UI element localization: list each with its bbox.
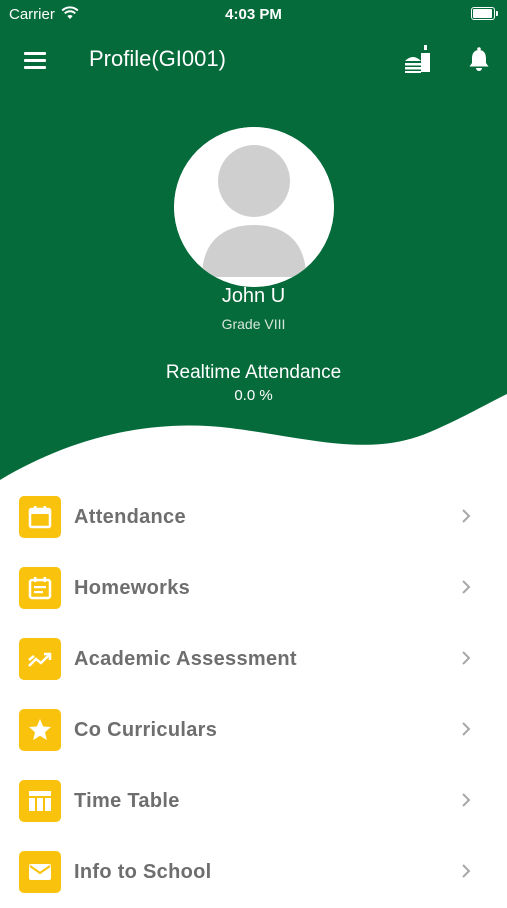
nav-bar: Profile(GI001) <box>0 36 507 86</box>
chevron-right-icon <box>462 864 471 878</box>
student-grade: Grade VIII <box>221 316 286 332</box>
food-menu-icon[interactable] <box>402 44 436 76</box>
chevron-right-icon <box>462 722 471 736</box>
menu-item-label: Info to School <box>74 861 212 883</box>
clock: 4:03 PM <box>225 6 282 23</box>
status-bar: Carrier 4:03 PM <box>0 0 507 30</box>
menu-item-time-table[interactable]: Time Table <box>0 766 507 837</box>
chevron-right-icon <box>462 651 471 665</box>
menu-item-label: Homeworks <box>74 577 191 599</box>
trending-icon <box>19 638 61 680</box>
notification-bell-icon[interactable] <box>464 44 494 76</box>
menu-item-academic-assessment[interactable]: Academic Assessment <box>0 624 507 695</box>
homework-icon <box>19 567 61 609</box>
menu-item-label: Attendance <box>74 506 186 528</box>
hamburger-menu-icon[interactable] <box>22 48 50 72</box>
page-title: Profile(GI001) <box>89 46 226 71</box>
menu-item-label: Academic Assessment <box>74 648 297 670</box>
chevron-right-icon <box>462 580 471 594</box>
menu-item-co-curriculars[interactable]: Co Curriculars <box>0 695 507 766</box>
attendance-label: Realtime Attendance <box>165 362 342 383</box>
menu-item-info-to-school[interactable]: Info to School <box>0 837 507 908</box>
star-icon <box>19 709 61 751</box>
student-name: John U <box>221 285 286 307</box>
menu-item-homeworks[interactable]: Homeworks <box>0 553 507 624</box>
chevron-right-icon <box>462 793 471 807</box>
battery-icon <box>471 7 498 20</box>
chevron-right-icon <box>462 509 471 523</box>
menu-item-attendance[interactable]: Attendance <box>0 482 507 553</box>
user-placeholder-icon <box>174 127 334 287</box>
mail-icon <box>19 851 61 893</box>
menu-item-label: Time Table <box>74 790 180 812</box>
menu-item-label: Co Curriculars <box>74 719 218 741</box>
attendance-value: 0.0 % <box>234 387 273 404</box>
calendar-icon <box>19 496 61 538</box>
timetable-icon <box>19 780 61 822</box>
menu-list: Attendance Homeworks Academic Assessment… <box>0 482 507 908</box>
avatar[interactable] <box>174 127 334 287</box>
